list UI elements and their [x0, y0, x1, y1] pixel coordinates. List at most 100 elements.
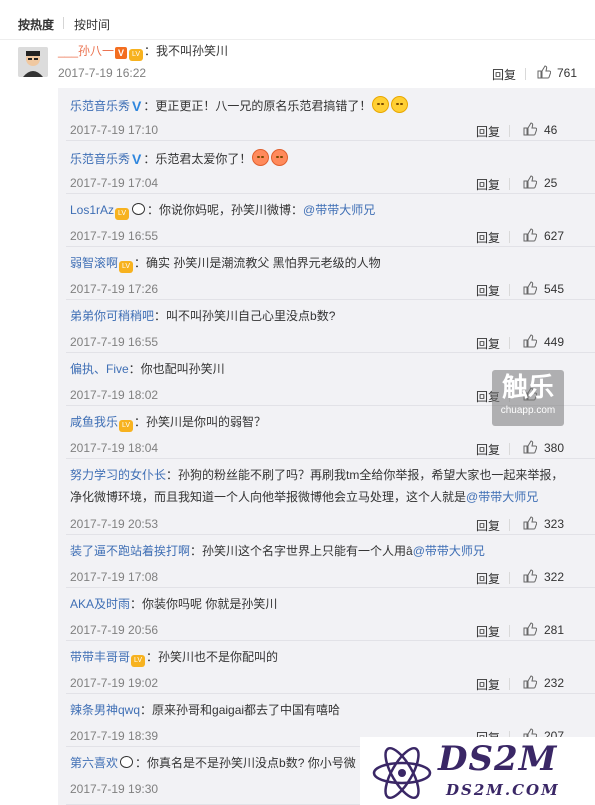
like-thumb-icon[interactable]	[523, 122, 537, 136]
avatar[interactable]	[18, 47, 48, 77]
separator	[509, 231, 510, 243]
reply-button[interactable]: 回复	[476, 570, 500, 587]
mention-link[interactable]: @带带大师兄	[303, 203, 375, 217]
separator	[509, 125, 510, 137]
main-comment: ___孙八一 V LV ：我不叫孙笑川 2017-7-19 16:22 回复 761	[0, 40, 595, 90]
reply-text: ：孙笑川是你叫的弱智？	[134, 415, 267, 429]
sort-tabs: 按热度 按时间	[0, 0, 595, 40]
like-count: 46	[544, 123, 558, 137]
reply-username-link[interactable]: 带带丰哥哥	[70, 650, 130, 664]
level-badge-icon: LV	[129, 49, 144, 61]
reply-button[interactable]: 回复	[476, 517, 500, 534]
separator	[509, 678, 510, 690]
comment-timestamp: 2017-7-19 16:22	[58, 66, 147, 80]
like-count: 761	[557, 66, 578, 80]
like-count: 25	[544, 176, 558, 190]
like-thumb-icon[interactable]	[523, 175, 537, 189]
separator	[509, 443, 510, 455]
like-thumb-icon[interactable]	[523, 228, 537, 242]
reply-username-link[interactable]: 弟弟你可稍稍吧	[70, 309, 154, 323]
tab-sort-by-hot[interactable]: 按热度	[18, 16, 54, 33]
level-badge-icon: LV	[119, 261, 134, 273]
like-thumb-icon[interactable]	[523, 675, 537, 689]
reply-item: 努力学习的女仆长：孙狗的粉丝能不刷了吗？再刷我tm全给你举报，希望大家也一起来举…	[58, 459, 595, 535]
reply-button[interactable]: 回复	[476, 176, 500, 193]
mention-link[interactable]: @带带大师兄	[466, 490, 538, 504]
reply-text-line: AKA及时雨：你装你吗呢 你就是孙笑川	[70, 596, 277, 612]
reply-timestamp: 2017-7-19 17:08	[70, 570, 159, 584]
separator	[509, 178, 510, 190]
reply-button[interactable]: 回复	[476, 282, 500, 299]
separator	[525, 68, 526, 80]
reply-username-link[interactable]: Los1rAz	[70, 203, 114, 217]
like-thumb-icon[interactable]	[523, 334, 537, 348]
reply-username-link[interactable]: 弱智滚啊	[70, 256, 118, 270]
like-count: 380	[544, 441, 565, 455]
panda-badge-icon	[120, 756, 134, 768]
like-thumb-icon[interactable]	[523, 569, 537, 583]
reply-text-line: 弟弟你可稍稍吧：叫不叫孙笑川自己心里没点b数?	[70, 308, 335, 324]
like-thumb-icon[interactable]	[537, 65, 551, 79]
like-thumb-icon[interactable]	[523, 516, 537, 530]
reply-button[interactable]: 回复	[476, 623, 500, 640]
reply-text-line: 弱智滚啊 LV ：确实 孙笑川是潮流教父 黑怕界元老级的人物	[70, 255, 381, 273]
level-badge-icon: LV	[131, 655, 146, 667]
reply-timestamp: 2017-7-19 16:55	[70, 335, 159, 349]
reply-button[interactable]: 回复	[476, 676, 500, 693]
reply-username-link[interactable]: 努力学习的女仆长	[70, 468, 166, 482]
ds2m-watermark: DS2M DS2M.COM	[360, 737, 595, 805]
like-thumb-icon[interactable]	[523, 281, 537, 295]
reply-item: 弟弟你可稍稍吧：叫不叫孙笑川自己心里没点b数? 2017-7-19 16:55 回复…	[58, 300, 595, 353]
separator	[509, 284, 510, 296]
reply-button[interactable]: 回复	[476, 229, 500, 246]
reply-text-line: 乐范音乐秀 V ：乐范君太爱你了！	[70, 149, 289, 167]
replies-panel: 乐范音乐秀 V ：更正更正！八一兄的原名乐范君搞错了！ 2017-7-19 17:10…	[58, 88, 595, 805]
reply-text: ：你真名是不是孙笑川没点b数? 你小号微	[135, 756, 356, 770]
like-count: 627	[544, 229, 565, 243]
comment-text: ：我不叫孙笑川	[144, 44, 229, 58]
verified-orange-icon: V	[115, 47, 128, 59]
reply-text: ：孙笑川这个名字世界上只能有一个人用â	[190, 544, 413, 558]
reply-button[interactable]: 回复	[476, 335, 500, 352]
reply-timestamp: 2017-7-19 18:02	[70, 388, 159, 402]
main-comment-line: ___孙八一 V LV ：我不叫孙笑川	[58, 43, 228, 61]
reply-text-line-2: 净化微博环境，而且我知道一个人向他举报微博他会立马处理，这个人就是@带带大师兄	[70, 489, 538, 505]
reply-text: ：你装你吗呢 你就是孙笑川	[130, 597, 278, 611]
separator	[509, 572, 510, 584]
level-badge-icon: LV	[119, 420, 134, 432]
ds2m-brand-text: DS2M	[438, 739, 558, 779]
reply-username-link[interactable]: 乐范音乐秀	[70, 99, 130, 113]
tab-sort-by-time[interactable]: 按时间	[74, 16, 110, 33]
reply-text: ：确实 孙笑川是潮流教父 黑怕界元老级的人物	[134, 256, 381, 270]
reply-username-link[interactable]: 咸鱼我乐	[70, 415, 118, 429]
panda-badge-icon	[132, 203, 146, 215]
reply-text-line: 带带丰哥哥 LV ：孙笑川也不是你配叫的	[70, 649, 278, 667]
reply-text: ：原来孙哥和gaigai都去了中国有嘻哈	[140, 703, 341, 717]
reply-timestamp: 2017-7-19 18:39	[70, 729, 159, 743]
username-link[interactable]: ___孙八一	[58, 44, 114, 58]
reply-username-link[interactable]: 乐范音乐秀	[70, 152, 130, 166]
reply-timestamp: 2017-7-19 19:02	[70, 676, 159, 690]
reply-username-link[interactable]: AKA及时雨	[70, 597, 130, 611]
reply-username-link[interactable]: 第六喜欢	[70, 756, 118, 770]
reply-button[interactable]: 回复	[492, 66, 516, 83]
like-count: 281	[544, 623, 565, 637]
like-thumb-icon[interactable]	[523, 440, 537, 454]
reply-text: ：乐范君太爱你了！	[143, 152, 252, 166]
verified-blue-icon: V	[132, 151, 142, 167]
reply-timestamp: 2017-7-19 17:04	[70, 176, 159, 190]
reply-username-link[interactable]: 偏执、Five	[70, 362, 129, 376]
emoji-icon	[372, 96, 390, 113]
reply-button[interactable]: 回复	[476, 441, 500, 458]
reply-username-link[interactable]: 辣条男神qwq	[70, 703, 140, 717]
like-thumb-icon[interactable]	[523, 622, 537, 636]
reply-item: AKA及时雨：你装你吗呢 你就是孙笑川 2017-7-19 20:56 回复 281	[58, 588, 595, 641]
mention-link[interactable]: @带带大师兄	[413, 544, 485, 558]
level-badge-icon: LV	[115, 208, 130, 220]
reply-item: 弱智滚啊 LV ：确实 孙笑川是潮流教父 黑怕界元老级的人物 2017-7-19 17…	[58, 247, 595, 300]
reply-button[interactable]: 回复	[476, 123, 500, 140]
reply-timestamp: 2017-7-19 19:30	[70, 782, 159, 796]
reply-text: ：孙狗的粉丝能不刷了吗？再刷我tm全给你举报，希望大家也一起来举报，	[166, 468, 564, 482]
separator	[509, 625, 510, 637]
reply-username-link[interactable]: 装了逼不跑站着挨打啊	[70, 544, 190, 558]
